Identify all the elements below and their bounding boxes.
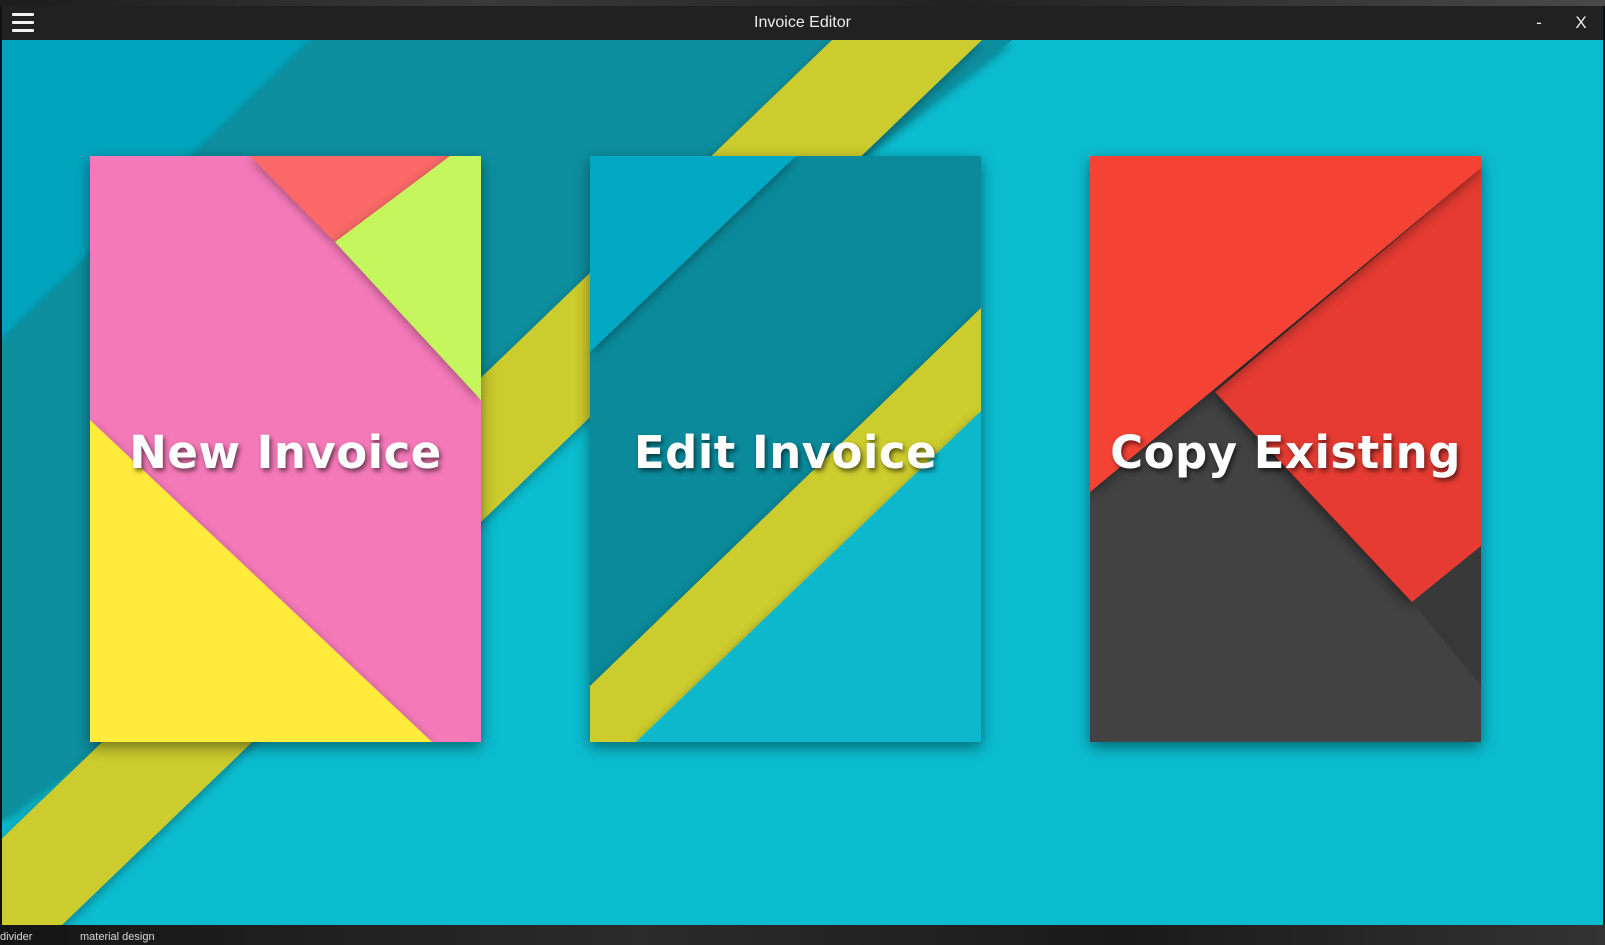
title-bar: Invoice Editor - X xyxy=(2,6,1603,40)
close-button[interactable]: X xyxy=(1564,10,1598,36)
new-invoice-label: New Invoice xyxy=(129,426,442,479)
desktop-icon-label[interactable]: material design xyxy=(80,931,155,943)
minimize-button[interactable]: - xyxy=(1522,10,1556,36)
new-invoice-tile[interactable]: New Invoice xyxy=(90,156,481,742)
desktop-strip-bottom xyxy=(0,925,1605,945)
edit-invoice-label: Edit Invoice xyxy=(633,426,938,479)
copy-existing-tile[interactable]: Copy Existing xyxy=(1090,156,1481,742)
copy-existing-label: Copy Existing xyxy=(1110,426,1461,479)
desktop-icon-label[interactable]: divider xyxy=(0,931,32,943)
app-window: Invoice Editor - X New Invoice Edit Invo… xyxy=(2,6,1603,925)
edit-invoice-tile[interactable]: Edit Invoice xyxy=(590,156,981,742)
window-title: Invoice Editor xyxy=(754,14,851,31)
